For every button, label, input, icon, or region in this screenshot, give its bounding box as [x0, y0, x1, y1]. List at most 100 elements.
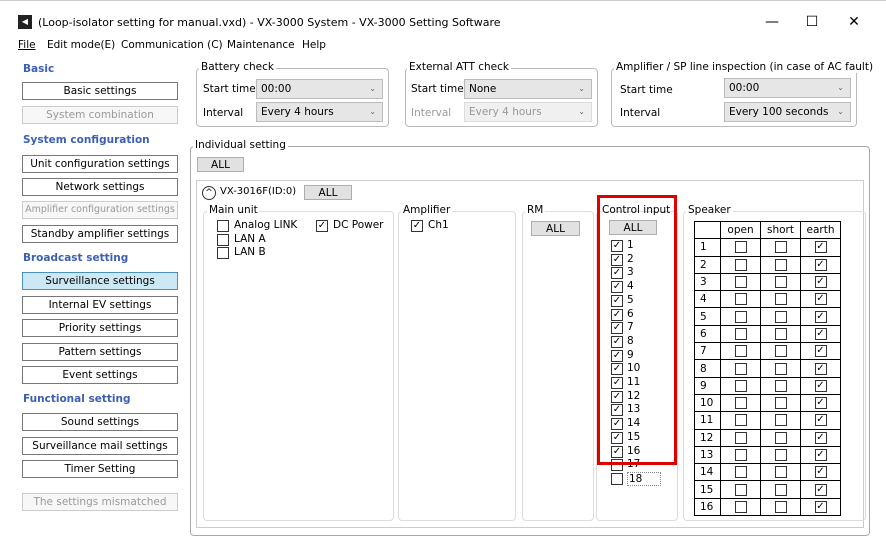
- speaker-earth-checkbox[interactable]: ✓: [814, 500, 827, 513]
- amp-interval-select[interactable]: Every 100 seconds ⌄: [724, 102, 851, 122]
- speaker-earth-checkbox[interactable]: ✓: [814, 379, 827, 392]
- sidebar-item-internal-ev-settings[interactable]: Internal EV settings: [22, 296, 178, 314]
- lan-a-checkbox[interactable]: [217, 234, 229, 246]
- speaker-short-checkbox[interactable]: [774, 327, 787, 340]
- battery-start-select[interactable]: 00:00 ⌄: [256, 79, 383, 99]
- speaker-short-checkbox[interactable]: [774, 483, 787, 496]
- speaker-open-checkbox[interactable]: [734, 466, 747, 479]
- menu-file[interactable]: File: [18, 39, 36, 51]
- speaker-open-checkbox[interactable]: [734, 397, 747, 410]
- speaker-short-checkbox[interactable]: [774, 310, 787, 323]
- speaker-open-checkbox[interactable]: [734, 414, 747, 427]
- speaker-short-checkbox[interactable]: [774, 449, 787, 461]
- speaker-cell: [720, 324, 761, 344]
- menu-maintenance[interactable]: Maintenance: [227, 39, 295, 51]
- speaker-open-checkbox[interactable]: [734, 449, 747, 461]
- speaker-short-checkbox[interactable]: [774, 276, 787, 289]
- sidebar-item-surveillance-mail-settings[interactable]: Surveillance mail settings: [22, 437, 178, 455]
- speaker-cell: [720, 307, 761, 326]
- close-button[interactable]: ✕: [832, 9, 876, 35]
- menu-help[interactable]: Help: [302, 39, 326, 51]
- speaker-short-checkbox[interactable]: [774, 241, 787, 254]
- speaker-open-checkbox[interactable]: [734, 276, 747, 289]
- speaker-earth-checkbox[interactable]: ✓: [814, 276, 827, 289]
- sidebar-item-basic-settings[interactable]: Basic settings: [22, 82, 178, 100]
- speaker-row-number: 13: [694, 445, 721, 465]
- menu-communication[interactable]: Communication (C): [121, 39, 223, 51]
- sidebar-item-timer-setting[interactable]: Timer Setting: [22, 460, 178, 478]
- speaker-short-checkbox[interactable]: [774, 293, 787, 306]
- speaker-cell: [720, 411, 761, 430]
- speaker-cell: ✓: [800, 324, 841, 344]
- speaker-cell: [760, 290, 801, 309]
- speaker-earth-checkbox[interactable]: ✓: [814, 397, 827, 410]
- speaker-open-checkbox[interactable]: [734, 362, 747, 375]
- individual-all-button[interactable]: ALL: [197, 157, 244, 172]
- minimize-button[interactable]: —: [750, 9, 794, 35]
- speaker-open-checkbox[interactable]: [734, 293, 747, 306]
- speaker-title: Speaker: [686, 204, 733, 216]
- speaker-short-checkbox[interactable]: [774, 345, 787, 358]
- maximize-button[interactable]: ☐: [790, 9, 834, 35]
- sidebar-item-sound-settings[interactable]: Sound settings: [22, 413, 178, 431]
- speaker-open-checkbox[interactable]: [734, 241, 747, 254]
- lan-b-label: LAN B: [234, 246, 266, 258]
- sidebar-item-network-settings[interactable]: Network settings: [22, 178, 178, 196]
- speaker-earth-checkbox[interactable]: ✓: [814, 414, 827, 427]
- speaker-open-checkbox[interactable]: [734, 258, 747, 271]
- lan-b-checkbox[interactable]: [217, 247, 229, 259]
- speaker-short-checkbox[interactable]: [774, 466, 787, 479]
- sidebar-section-title: Broadcast setting: [23, 252, 129, 264]
- att-start-select[interactable]: None ⌄: [464, 79, 592, 99]
- sidebar-item-unit-configuration-settings[interactable]: Unit configuration settings: [22, 155, 178, 173]
- speaker-short-checkbox[interactable]: [774, 397, 787, 410]
- rm-all-button[interactable]: ALL: [531, 221, 580, 236]
- unit-all-button[interactable]: ALL: [304, 185, 352, 200]
- speaker-open-checkbox[interactable]: [734, 431, 747, 444]
- ch1-checkbox[interactable]: ✓: [411, 220, 423, 232]
- speaker-short-checkbox[interactable]: [774, 431, 787, 444]
- menu-edit-mode[interactable]: Edit mode(E): [47, 39, 115, 51]
- speaker-earth-checkbox[interactable]: ✓: [814, 449, 827, 461]
- speaker-earth-checkbox[interactable]: ✓: [814, 362, 827, 375]
- speaker-cell: ✓: [800, 307, 841, 326]
- speaker-earth-checkbox[interactable]: ✓: [814, 483, 827, 496]
- battery-interval-select[interactable]: Every 4 hours ⌄: [256, 102, 383, 122]
- sidebar-item-event-settings[interactable]: Event settings: [22, 366, 178, 384]
- speaker-earth-checkbox[interactable]: ✓: [814, 310, 827, 323]
- rm-title: RM: [525, 204, 546, 216]
- speaker-short-checkbox[interactable]: [774, 258, 787, 271]
- speaker-open-checkbox[interactable]: [734, 345, 747, 358]
- speaker-open-checkbox[interactable]: [734, 483, 747, 496]
- speaker-short-checkbox[interactable]: [774, 362, 787, 375]
- sidebar-item-standby-amplifier-settings[interactable]: Standby amplifier settings: [22, 225, 178, 243]
- sidebar-item-priority-settings[interactable]: Priority settings: [22, 319, 178, 337]
- sidebar-item-surveillance-settings[interactable]: Surveillance settings: [22, 272, 178, 290]
- sidebar-item-pattern-settings[interactable]: Pattern settings: [22, 343, 178, 361]
- speaker-earth-checkbox[interactable]: ✓: [814, 241, 827, 254]
- analog-link-checkbox[interactable]: [217, 220, 229, 232]
- speaker-short-checkbox[interactable]: [774, 414, 787, 427]
- table-row: 13 ✓: [694, 445, 841, 465]
- speaker-earth-checkbox[interactable]: ✓: [814, 258, 827, 271]
- speaker-earth-checkbox[interactable]: ✓: [814, 431, 827, 444]
- speaker-cell: ✓: [800, 411, 841, 430]
- speaker-open-checkbox[interactable]: [734, 379, 747, 392]
- speaker-cell: [720, 376, 761, 395]
- speaker-open-checkbox[interactable]: [734, 327, 747, 340]
- amp-start-label: Start time: [620, 84, 673, 96]
- speaker-earth-checkbox[interactable]: ✓: [814, 345, 827, 358]
- speaker-open-checkbox[interactable]: [734, 310, 747, 323]
- speaker-earth-checkbox[interactable]: ✓: [814, 293, 827, 306]
- control-input-18-checkbox[interactable]: [611, 472, 623, 485]
- speaker-earth-checkbox[interactable]: ✓: [814, 327, 827, 340]
- speaker-earth-checkbox[interactable]: ✓: [814, 466, 827, 479]
- sidebar-item-system-combination: System combination: [22, 106, 178, 124]
- speaker-open-checkbox[interactable]: [734, 500, 747, 513]
- speaker-short-checkbox[interactable]: [774, 500, 787, 513]
- speaker-header-corner: [694, 220, 721, 240]
- amp-start-select[interactable]: 00:00 ⌄: [724, 78, 851, 98]
- dc-power-checkbox[interactable]: ✓: [316, 220, 328, 232]
- collapse-icon[interactable]: ^: [202, 186, 216, 200]
- speaker-short-checkbox[interactable]: [774, 379, 787, 392]
